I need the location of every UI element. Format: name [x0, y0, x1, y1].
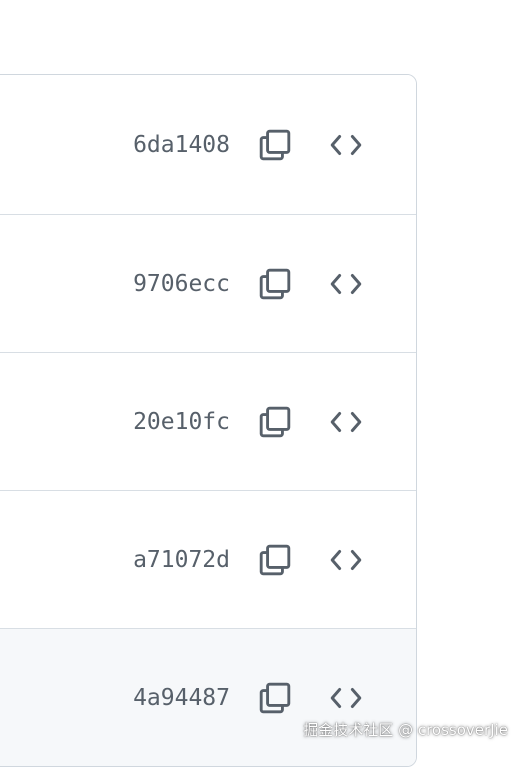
commit-sha-link[interactable]: 20e10fc — [133, 409, 230, 435]
code-icon — [329, 543, 363, 577]
copy-sha-button[interactable] — [255, 540, 295, 580]
code-icon — [329, 681, 363, 715]
browse-repository-button[interactable] — [326, 402, 366, 442]
browse-repository-button[interactable] — [326, 540, 366, 580]
copy-icon — [258, 267, 292, 301]
commit-row[interactable]: 9706ecc — [0, 214, 416, 352]
commit-row[interactable]: 20e10fc — [0, 352, 416, 490]
copy-icon — [258, 128, 292, 162]
browse-repository-button[interactable] — [326, 264, 366, 304]
copy-icon — [258, 681, 292, 715]
copy-sha-button[interactable] — [255, 678, 295, 718]
commit-sha-link[interactable]: a71072d — [133, 547, 230, 573]
commit-sha-link[interactable]: 9706ecc — [133, 271, 230, 297]
copy-icon — [258, 543, 292, 577]
commit-row[interactable]: 4a94487 — [0, 628, 416, 766]
commit-row[interactable]: a71072d — [0, 490, 416, 628]
copy-icon — [258, 405, 292, 439]
code-icon — [329, 405, 363, 439]
commit-row[interactable]: 6da1408 — [0, 75, 416, 214]
code-icon — [329, 267, 363, 301]
commit-list: 6da1408 9706ecc — [0, 74, 417, 767]
browse-repository-button[interactable] — [326, 125, 366, 165]
watermark: 掘金技术社区 @ crossoverJie — [303, 719, 508, 740]
copy-sha-button[interactable] — [255, 264, 295, 304]
browse-repository-button[interactable] — [326, 678, 366, 718]
commit-sha-link[interactable]: 6da1408 — [133, 132, 230, 158]
copy-sha-button[interactable] — [255, 125, 295, 165]
commit-sha-link[interactable]: 4a94487 — [133, 685, 230, 711]
code-icon — [329, 128, 363, 162]
copy-sha-button[interactable] — [255, 402, 295, 442]
